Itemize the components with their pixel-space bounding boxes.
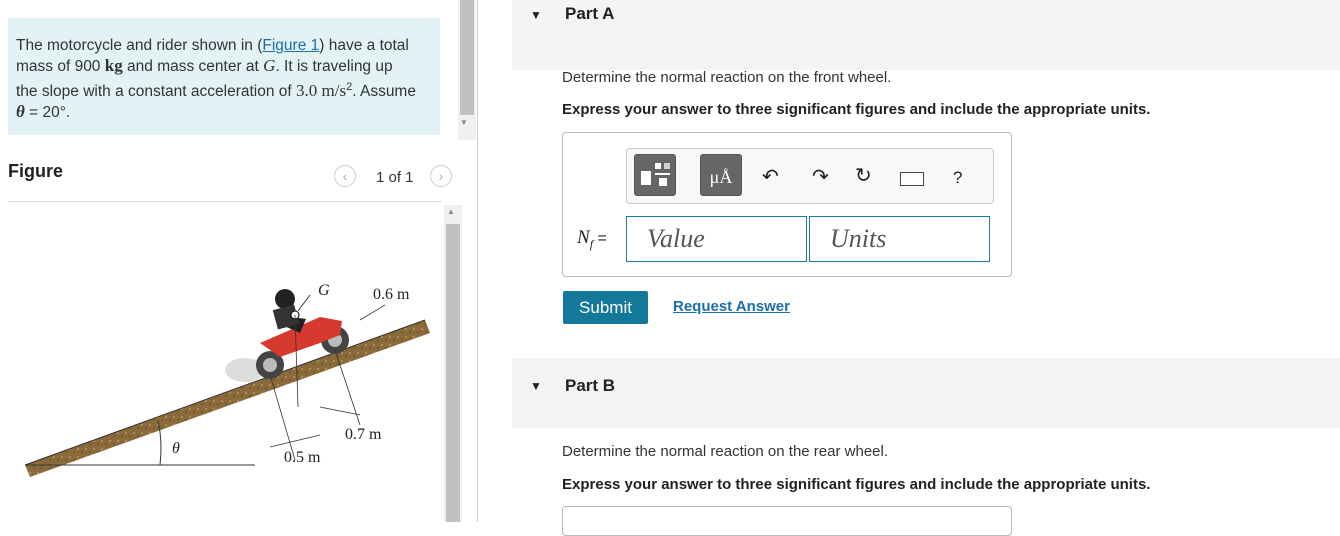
help-icon[interactable]: ? — [953, 168, 962, 188]
dimension-line — [269, 434, 321, 448]
units-button[interactable]: μÅ — [700, 154, 742, 196]
motorcycle-figure: G 0.6 m 0.7 m 0.5 m θ — [24, 282, 430, 477]
chevron-left-icon: ‹ — [342, 168, 348, 184]
label-g: G — [318, 282, 330, 299]
part-b-answer-box — [562, 506, 1012, 536]
figure-link[interactable]: Figure 1 — [262, 37, 319, 54]
submit-button[interactable]: Submit — [563, 291, 648, 324]
previous-figure-button[interactable]: ‹ — [334, 165, 356, 187]
part-b-instruction: Express your answer to three significant… — [562, 476, 1151, 493]
scroll-up-arrow-icon[interactable]: ▲ — [447, 207, 455, 216]
part-b-title: Part B — [565, 376, 616, 395]
part-a-prompt: Determine the normal reaction on the fro… — [562, 69, 892, 86]
figure-scrollbar-thumb[interactable] — [446, 224, 460, 522]
undo-icon[interactable]: ↶ — [762, 164, 779, 189]
label-0-7m: 0.7 m — [345, 426, 382, 443]
part-b-prompt: Determine the normal reaction on the rea… — [562, 443, 889, 460]
problem-scrollbar-thumb[interactable] — [460, 0, 474, 115]
figure-title: Figure — [8, 161, 64, 181]
label-0-5m: 0.5 m — [284, 449, 321, 466]
label-0-6m: 0.6 m — [373, 286, 410, 303]
keyboard-icon[interactable] — [900, 172, 924, 186]
slope-ground — [25, 320, 430, 477]
dimension-extension — [269, 374, 296, 461]
scroll-down-arrow-icon[interactable]: ▼ — [460, 118, 468, 127]
redo-icon[interactable]: ↷ — [812, 164, 829, 189]
variable-label: Nf = — [577, 227, 607, 251]
g-leader-line — [297, 294, 311, 312]
part-a-header[interactable] — [512, 0, 1340, 70]
figure-divider — [8, 201, 442, 202]
templates-button[interactable] — [634, 154, 676, 196]
value-input[interactable]: Value — [626, 216, 807, 262]
units-input[interactable]: Units — [809, 216, 990, 262]
slope-surface — [24, 319, 426, 466]
label-theta: θ — [172, 440, 180, 457]
templates-icon — [641, 163, 670, 186]
request-answer-link[interactable]: Request Answer — [673, 298, 790, 315]
part-a-title: Part A — [565, 4, 615, 23]
math-toolbar — [626, 148, 994, 204]
reset-icon[interactable]: ↻ — [855, 163, 872, 188]
units-icon: μÅ — [709, 167, 733, 187]
collapse-caret-icon[interactable]: ▼ — [530, 379, 542, 393]
dimension-line — [359, 304, 386, 321]
next-figure-button[interactable]: › — [430, 165, 452, 187]
problem-statement: The motorcycle and rider shown in (Figur… — [16, 37, 416, 122]
part-a-instruction: Express your answer to three significant… — [562, 101, 1151, 118]
figure-pager-label: 1 of 1 — [376, 169, 414, 186]
panel-divider — [477, 0, 478, 522]
part-b-header[interactable] — [512, 358, 1340, 428]
collapse-caret-icon[interactable]: ▼ — [530, 8, 542, 22]
chevron-right-icon: › — [438, 168, 444, 184]
